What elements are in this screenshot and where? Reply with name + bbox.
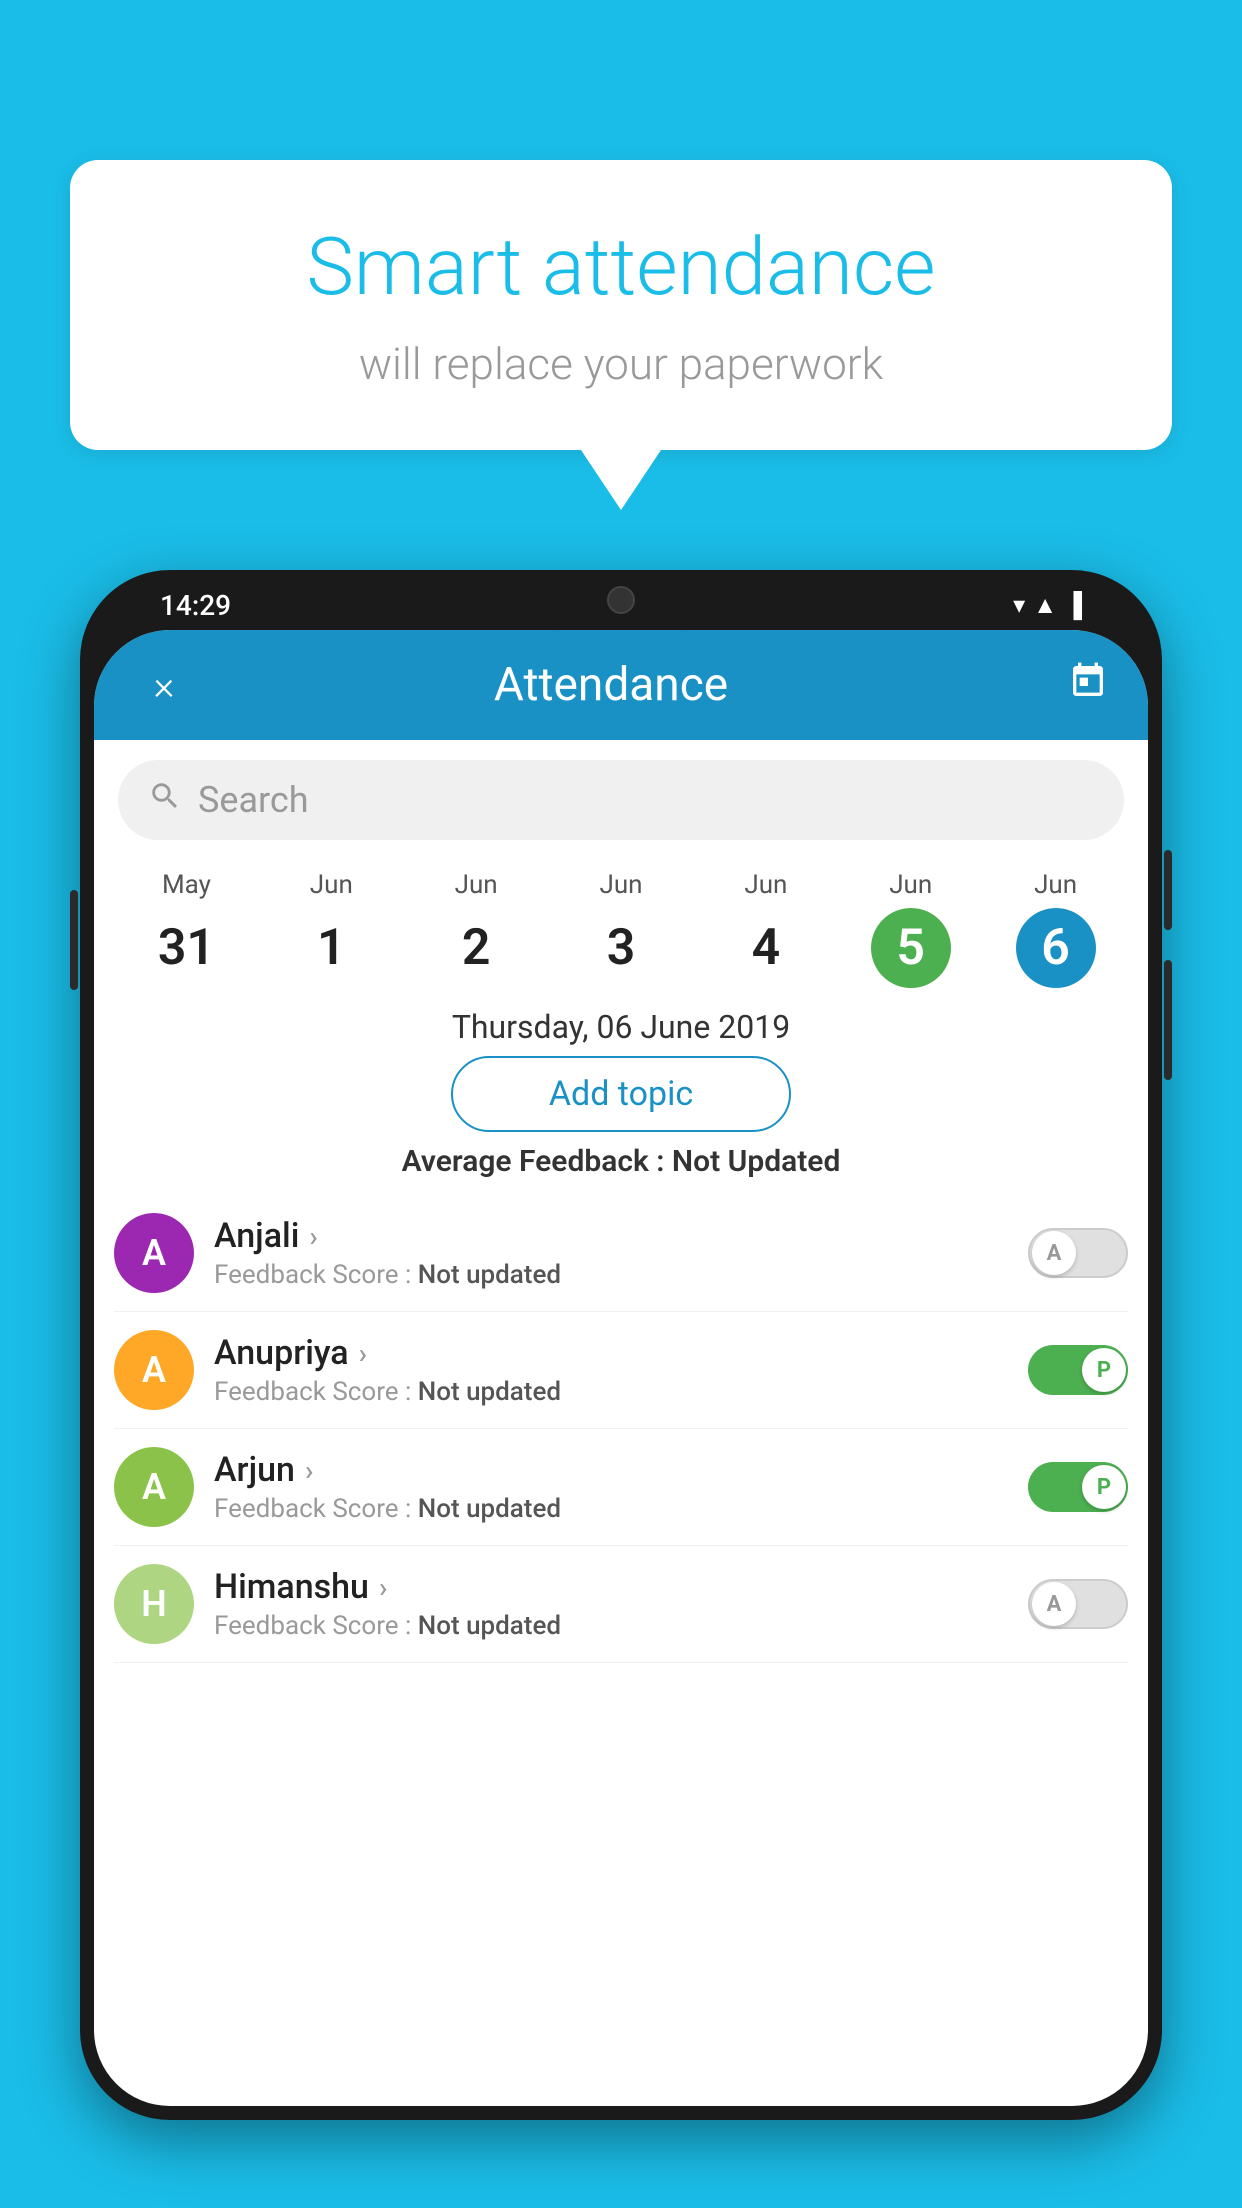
toggle-knob: P (1082, 1348, 1126, 1392)
phone-camera (607, 586, 635, 614)
avg-feedback-label: Average Feedback : (402, 1144, 672, 1179)
student-name: Arjun › (214, 1450, 1028, 1490)
student-feedback: Feedback Score : Not updated (214, 1494, 1028, 1524)
chevron-right-icon: › (359, 1337, 367, 1370)
student-info: Anjali › Feedback Score : Not updated (214, 1216, 1028, 1290)
calendar-month-label: Jun (838, 870, 983, 900)
calendar-day[interactable]: Jun 5 (838, 870, 983, 988)
student-info: Himanshu › Feedback Score : Not updated (214, 1567, 1028, 1641)
feedback-value: Not updated (418, 1377, 561, 1407)
wifi-icon: ▾ (1013, 591, 1025, 619)
chevron-right-icon: › (309, 1220, 317, 1253)
calendar-date-number: 6 (1016, 908, 1096, 988)
search-icon (148, 779, 182, 822)
header-title: Attendance (194, 658, 1028, 712)
attendance-toggle[interactable]: A (1028, 1579, 1128, 1629)
student-name: Himanshu › (214, 1567, 1028, 1607)
student-info: Anupriya › Feedback Score : Not updated (214, 1333, 1028, 1407)
toggle-absent[interactable]: A (1028, 1228, 1128, 1278)
student-feedback: Feedback Score : Not updated (214, 1611, 1028, 1641)
student-item[interactable]: A Arjun › Feedback Score : Not updated P (114, 1429, 1128, 1546)
calendar-date-number: 1 (291, 908, 371, 988)
calendar-day[interactable]: Jun 3 (549, 870, 694, 988)
student-name: Anjali › (214, 1216, 1028, 1256)
selected-date: Thursday, 06 June 2019 (94, 1008, 1148, 1046)
feedback-value: Not updated (418, 1611, 561, 1641)
student-list: AAnjali ›Feedback Score : Not updatedAAA… (94, 1195, 1148, 1663)
toggle-absent[interactable]: A (1028, 1579, 1128, 1629)
attendance-toggle[interactable]: A (1028, 1228, 1128, 1278)
student-item[interactable]: AAnjali ›Feedback Score : Not updatedA (114, 1195, 1128, 1312)
calendar-icon[interactable] (1068, 661, 1108, 710)
add-topic-button[interactable]: Add topic (451, 1056, 791, 1132)
search-bar[interactable]: Search (118, 760, 1124, 840)
toggle-knob: A (1032, 1231, 1076, 1275)
calendar-date-number: 31 (146, 908, 226, 988)
chevron-right-icon: › (379, 1571, 387, 1604)
chevron-right-icon: › (305, 1454, 313, 1487)
power-button (70, 890, 78, 990)
app-screen: × Attendance Search May31Jun (94, 630, 1148, 2106)
attendance-toggle[interactable]: P (1028, 1345, 1128, 1395)
calendar-month-label: Jun (983, 870, 1128, 900)
calendar-date-number: 4 (726, 908, 806, 988)
close-button[interactable]: × (134, 662, 194, 709)
avg-feedback: Average Feedback : Not Updated (94, 1144, 1148, 1179)
calendar-month-label: Jun (693, 870, 838, 900)
student-item[interactable]: H Himanshu › Feedback Score : Not updatedA (114, 1546, 1128, 1663)
calendar-day[interactable]: May 31 (114, 870, 259, 988)
calendar-month-label: May (114, 870, 259, 900)
phone-container: 14:29 ▾ ▲ ▐ × Attendance (80, 570, 1162, 2208)
phone-frame: 14:29 ▾ ▲ ▐ × Attendance (80, 570, 1162, 2120)
volume-down-button (1164, 960, 1172, 1080)
toggle-knob: A (1032, 1582, 1076, 1626)
student-avatar: A (114, 1213, 194, 1293)
status-time: 14:29 (160, 589, 231, 622)
speech-bubble-title: Smart attendance (150, 220, 1092, 314)
student-avatar: A (114, 1447, 194, 1527)
phone-notch (531, 570, 711, 630)
app-header: × Attendance (94, 630, 1148, 740)
toggle-present[interactable]: P (1028, 1462, 1128, 1512)
student-info: Arjun › Feedback Score : Not updated (214, 1450, 1028, 1524)
battery-icon: ▐ (1065, 591, 1082, 620)
calendar-day[interactable]: Jun 6 (983, 870, 1128, 988)
student-feedback: Feedback Score : Not updated (214, 1377, 1028, 1407)
speech-bubble: Smart attendance will replace your paper… (70, 160, 1172, 450)
speech-bubble-subtitle: will replace your paperwork (150, 338, 1092, 390)
speech-bubble-tail (581, 450, 661, 510)
student-avatar: H (114, 1564, 194, 1644)
volume-up-button (1164, 850, 1172, 930)
attendance-toggle[interactable]: P (1028, 1462, 1128, 1512)
student-item[interactable]: A Anupriya › Feedback Score : Not updated P (114, 1312, 1128, 1429)
calendar-row: May 31 Jun 1 Jun 2 Jun 3 Jun 4 Jun 5 Jun 6 (94, 860, 1148, 988)
student-feedback: Feedback Score : Not updated (214, 1260, 1028, 1290)
calendar-month-label: Jun (404, 870, 549, 900)
calendar-date-number: 3 (581, 908, 661, 988)
toggle-present[interactable]: P (1028, 1345, 1128, 1395)
student-avatar: A (114, 1330, 194, 1410)
calendar-date-number: 2 (436, 908, 516, 988)
search-placeholder: Search (198, 779, 1094, 821)
calendar-date-number: 5 (871, 908, 951, 988)
feedback-value: Not updated (418, 1260, 561, 1290)
calendar-month-label: Jun (259, 870, 404, 900)
calendar-month-label: Jun (549, 870, 694, 900)
speech-bubble-container: Smart attendance will replace your paper… (70, 160, 1172, 510)
student-name: Anupriya › (214, 1333, 1028, 1373)
toggle-knob: P (1082, 1465, 1126, 1509)
status-icons: ▾ ▲ ▐ (1013, 591, 1082, 620)
signal-icon: ▲ (1033, 591, 1057, 620)
feedback-value: Not updated (418, 1494, 561, 1524)
calendar-day[interactable]: Jun 2 (404, 870, 549, 988)
avg-feedback-value: Not Updated (672, 1144, 840, 1179)
calendar-day[interactable]: Jun 1 (259, 870, 404, 988)
calendar-day[interactable]: Jun 4 (693, 870, 838, 988)
